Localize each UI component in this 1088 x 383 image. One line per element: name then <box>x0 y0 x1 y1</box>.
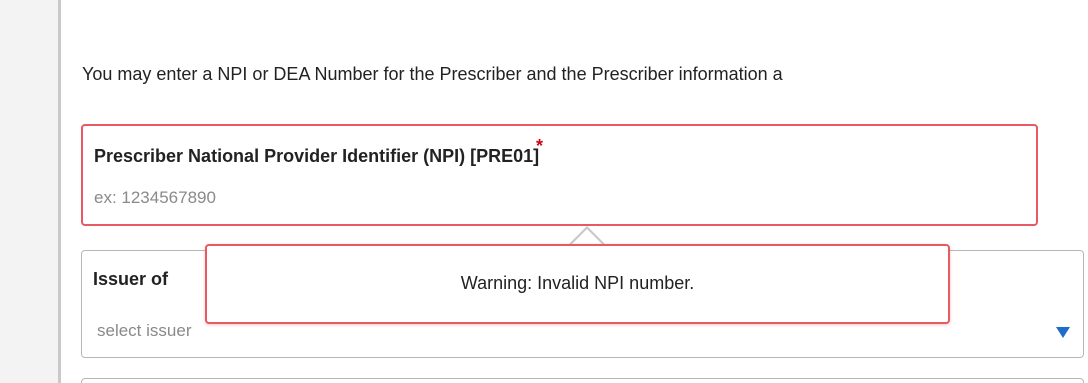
vertical-divider <box>58 0 61 383</box>
npi-input[interactable] <box>94 184 994 212</box>
npi-field-label: Prescriber National Provider Identifier … <box>94 146 540 166</box>
left-gutter <box>0 0 58 383</box>
issuer-field-label: Issuer of <box>93 269 169 289</box>
validation-tooltip: Warning: Invalid NPI number. <box>205 244 950 324</box>
npi-field-container[interactable]: Prescriber National Provider Identifier … <box>81 124 1038 226</box>
warning-message: Warning: Invalid NPI number. <box>460 273 695 293</box>
dropdown-arrow-icon[interactable] <box>1056 327 1070 338</box>
issuer-select-placeholder[interactable]: select issuer <box>97 321 191 341</box>
instruction-text: You may enter a NPI or DEA Number for th… <box>82 64 783 84</box>
required-asterisk: * <box>536 136 544 156</box>
next-field-container <box>81 378 1084 383</box>
form-page: You may enter a NPI or DEA Number for th… <box>0 0 1088 383</box>
